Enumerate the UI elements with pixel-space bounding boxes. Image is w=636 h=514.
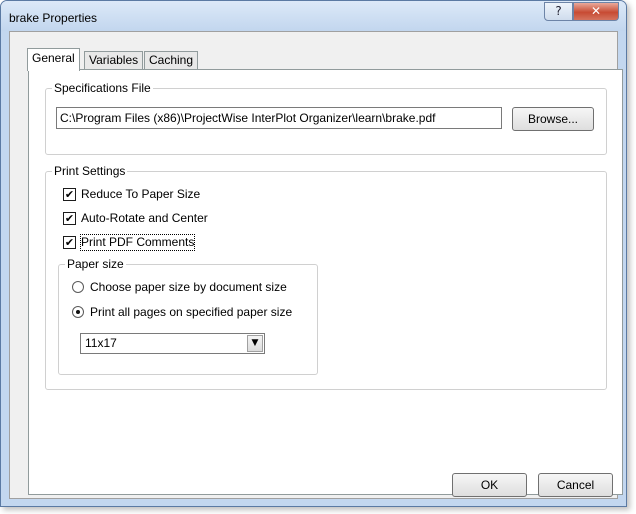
radio-print-all-on-specified-size[interactable]: Print all pages on specified paper size — [72, 305, 312, 321]
ok-button[interactable]: OK — [452, 473, 527, 497]
checkmark-icon: ✔ — [64, 188, 75, 201]
paper-size-select-value: 11x17 — [85, 336, 117, 350]
print-pdf-comments-checkbox[interactable]: ✔ Print PDF Comments — [63, 234, 283, 251]
print-all-on-specified-size-label: Print all pages on specified paper size — [90, 305, 293, 319]
print-pdf-comments-label: Print PDF Comments — [79, 234, 196, 251]
cancel-button[interactable]: Cancel — [538, 473, 613, 497]
general-tab-panel: Specifications File C:\Program Files (x8… — [28, 69, 623, 495]
browse-button[interactable]: Browse... — [512, 107, 594, 131]
paper-size-legend: Paper size — [67, 257, 124, 271]
checkbox-box[interactable]: ✔ — [63, 236, 76, 249]
specifications-file-legend: Specifications File — [54, 81, 151, 95]
properties-dialog: brake Properties ? ✕ General Variables C… — [0, 0, 627, 507]
choose-by-document-size-label: Choose paper size by document size — [90, 280, 287, 294]
tab-general[interactable]: General — [27, 48, 80, 71]
auto-rotate-center-label: Auto-Rotate and Center — [81, 211, 208, 225]
specifications-path-input[interactable]: C:\Program Files (x86)\ProjectWise Inter… — [56, 107, 502, 129]
reduce-to-paper-size-label: Reduce To Paper Size — [81, 187, 201, 201]
dialog-body: General Variables Caching Specifications… — [9, 31, 623, 499]
close-icon: ✕ — [590, 4, 602, 18]
reduce-to-paper-size-checkbox[interactable]: ✔ Reduce To Paper Size — [63, 187, 283, 203]
paper-size-select[interactable]: 11x17 ▼ — [80, 333, 265, 354]
checkbox-box[interactable]: ✔ — [63, 212, 76, 225]
question-mark-icon: ? — [555, 4, 562, 18]
tab-caching[interactable]: Caching — [144, 51, 199, 70]
tab-variables[interactable]: Variables — [84, 51, 144, 70]
radio-circle[interactable] — [72, 306, 84, 318]
checkmark-icon: ✔ — [64, 212, 75, 225]
radio-circle[interactable] — [72, 281, 84, 293]
help-button[interactable]: ? — [544, 2, 573, 21]
checkmark-icon: ✔ — [64, 236, 75, 249]
print-settings-legend: Print Settings — [54, 164, 126, 178]
close-button[interactable]: ✕ — [573, 2, 619, 21]
auto-rotate-center-checkbox[interactable]: ✔ Auto-Rotate and Center — [63, 211, 283, 227]
window-title: brake Properties — [9, 11, 98, 25]
checkbox-box[interactable]: ✔ — [63, 188, 76, 201]
radio-choose-by-document-size[interactable]: Choose paper size by document size — [72, 280, 312, 296]
dropdown-arrow-icon[interactable]: ▼ — [247, 335, 263, 352]
title-bar[interactable]: brake Properties ? ✕ — [1, 1, 626, 31]
radio-selected-dot — [76, 310, 80, 314]
